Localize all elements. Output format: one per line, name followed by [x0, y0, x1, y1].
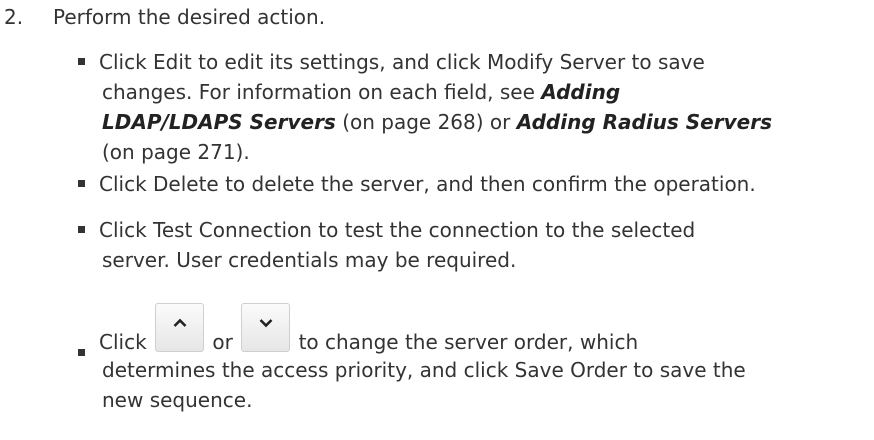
chevron-down-icon: [259, 319, 273, 328]
order-post-text: to change the server order, which: [298, 330, 639, 354]
order-line-2: determines the access priority, and clic…: [102, 358, 746, 382]
edit-line-4: (on page 271).: [102, 140, 250, 164]
order-click-text: Click: [99, 330, 147, 354]
step-2: 2. Perform the desired action.: [4, 2, 325, 32]
edit-line-2: changes. For information on each field, …: [99, 77, 868, 107]
edit-line-3-text: (on page 268) or: [335, 110, 517, 134]
edit-line-1: Click Edit to edit its settings, and cli…: [99, 50, 705, 74]
edit-line-3: LDAP/LDAPS Servers (on page 268) or Addi…: [99, 107, 868, 137]
bullet-marker: [78, 58, 85, 65]
link-adding-ldap-cont[interactable]: LDAP/LDAPS Servers: [102, 110, 336, 134]
bullet-marker: [78, 349, 85, 356]
edit-line-2-text: changes. For information on each field, …: [102, 80, 542, 104]
step-text: Perform the desired action.: [53, 5, 326, 29]
bullet-marker: [78, 180, 85, 187]
order-or-text: or: [212, 330, 233, 354]
link-adding-radius[interactable]: Adding Radius Servers: [517, 110, 772, 134]
chevron-up-icon: [173, 318, 187, 327]
delete-line-1: Click Delete to delete the server, and t…: [99, 172, 756, 196]
move-down-button[interactable]: [241, 303, 291, 352]
link-adding-ldap[interactable]: Adding: [541, 80, 620, 104]
test-line-1: Click Test Connection to test the connec…: [99, 218, 696, 242]
order-line-3: new sequence.: [102, 388, 253, 412]
bullet-marker: [78, 226, 85, 233]
move-up-button[interactable]: [155, 303, 205, 352]
step-number: 2.: [4, 5, 24, 29]
test-line-2: server. User credentials may be required…: [102, 248, 517, 272]
